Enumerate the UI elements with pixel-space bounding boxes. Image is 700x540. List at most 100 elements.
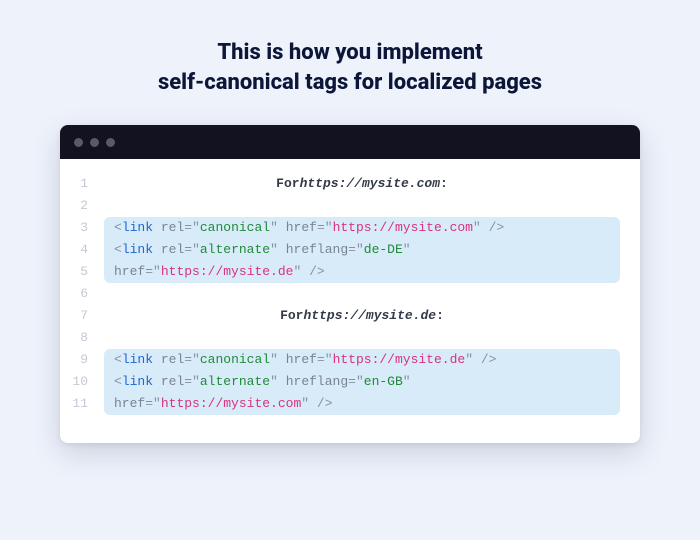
token-punc: " <box>465 352 473 367</box>
token-punc: < <box>114 374 122 389</box>
token-url: https://mysite.de <box>333 352 466 367</box>
line-number: 5 <box>70 261 88 283</box>
token-eq: = <box>184 374 192 389</box>
token-punc: " <box>153 396 161 411</box>
line-number: 3 <box>70 217 88 239</box>
token-punc: < <box>114 352 122 367</box>
token-eq: = <box>145 396 153 411</box>
token-eq: = <box>317 352 325 367</box>
token-str: canonical <box>200 352 270 367</box>
token-eq: = <box>184 352 192 367</box>
token-plain <box>278 220 286 235</box>
code-line: <link rel="canonical" href="https://mysi… <box>114 349 610 371</box>
token-tag: link <box>122 242 153 257</box>
window-titlebar <box>60 125 640 159</box>
token-str: canonical <box>200 220 270 235</box>
token-punc: /> <box>481 352 497 367</box>
token-plain <box>301 264 309 279</box>
comment-label: For <box>276 173 299 195</box>
traffic-light-close-icon <box>74 138 83 147</box>
comment-url: https://mysite.com <box>300 173 440 195</box>
token-punc: " <box>356 374 364 389</box>
comment-url: https://mysite.de <box>303 305 436 327</box>
token-attr: href <box>114 264 145 279</box>
token-str: de-DE <box>364 242 403 257</box>
line-number: 11 <box>70 393 88 415</box>
token-punc: " <box>270 352 278 367</box>
token-str: alternate <box>200 374 270 389</box>
blank-line <box>104 195 620 217</box>
token-punc: " <box>325 220 333 235</box>
page-heading: This is how you implement self-canonical… <box>158 38 542 97</box>
code-line: <link rel="alternate" hreflang="en-GB" <box>114 371 610 393</box>
token-attr: rel <box>161 374 184 389</box>
token-punc: " <box>192 352 200 367</box>
token-str: en-GB <box>364 374 403 389</box>
token-punc: " <box>473 220 481 235</box>
token-eq: = <box>184 242 192 257</box>
token-punc: " <box>192 374 200 389</box>
code-comment-row: For https://mysite.com: <box>104 173 620 195</box>
token-attr: rel <box>161 242 184 257</box>
token-plain <box>278 352 286 367</box>
token-punc: " <box>270 374 278 389</box>
token-plain <box>278 242 286 257</box>
token-attr: rel <box>161 220 184 235</box>
token-plain <box>153 242 161 257</box>
token-punc: /> <box>317 396 333 411</box>
token-punc: " <box>192 242 200 257</box>
token-plain <box>473 352 481 367</box>
line-number: 4 <box>70 239 88 261</box>
comment-suffix: : <box>436 305 444 327</box>
token-punc: " <box>270 220 278 235</box>
token-punc: /> <box>489 220 505 235</box>
token-punc: " <box>325 352 333 367</box>
token-plain <box>153 352 161 367</box>
blank-line <box>104 327 620 349</box>
token-attr: href <box>286 220 317 235</box>
token-eq: = <box>348 374 356 389</box>
line-number: 2 <box>70 195 88 217</box>
token-plain <box>153 220 161 235</box>
heading-line-2: self-canonical tags for localized pages <box>158 70 542 95</box>
token-tag: link <box>122 352 153 367</box>
token-tag: link <box>122 374 153 389</box>
line-number: 1 <box>70 173 88 195</box>
line-number-gutter: 1234567891011 <box>70 173 96 415</box>
comment-suffix: : <box>440 173 448 195</box>
token-url: https://mysite.com <box>333 220 473 235</box>
comment-label: For <box>280 305 303 327</box>
code-line: href="https://mysite.de" /> <box>114 261 610 283</box>
token-punc: /> <box>309 264 325 279</box>
token-punc: " <box>403 374 411 389</box>
token-eq: = <box>145 264 153 279</box>
code-line: <link rel="canonical" href="https://mysi… <box>114 217 610 239</box>
token-plain <box>481 220 489 235</box>
code-comment-row: For https://mysite.de: <box>104 305 620 327</box>
token-punc: " <box>153 264 161 279</box>
code-content: For https://mysite.com:<link rel="canoni… <box>96 173 626 415</box>
token-eq: = <box>348 242 356 257</box>
heading-line-1: This is how you implement <box>217 40 482 65</box>
token-tag: link <box>122 220 153 235</box>
token-attr: hreflang <box>286 242 348 257</box>
token-plain <box>309 396 317 411</box>
line-number: 8 <box>70 327 88 349</box>
token-url: https://mysite.com <box>161 396 301 411</box>
token-punc: < <box>114 242 122 257</box>
token-punc: " <box>301 396 309 411</box>
token-attr: href <box>286 352 317 367</box>
token-attr: href <box>114 396 145 411</box>
token-punc: " <box>356 242 364 257</box>
token-attr: hreflang <box>286 374 348 389</box>
token-plain <box>153 374 161 389</box>
code-line: href="https://mysite.com" /> <box>114 393 610 415</box>
line-number: 6 <box>70 283 88 305</box>
token-punc: " <box>270 242 278 257</box>
code-window: 1234567891011 For https://mysite.com:<li… <box>60 125 640 443</box>
token-url: https://mysite.de <box>161 264 294 279</box>
code-highlight-block: <link rel="canonical" href="https://mysi… <box>104 349 620 415</box>
token-punc: " <box>403 242 411 257</box>
code-line: <link rel="alternate" hreflang="de-DE" <box>114 239 610 261</box>
token-str: alternate <box>200 242 270 257</box>
